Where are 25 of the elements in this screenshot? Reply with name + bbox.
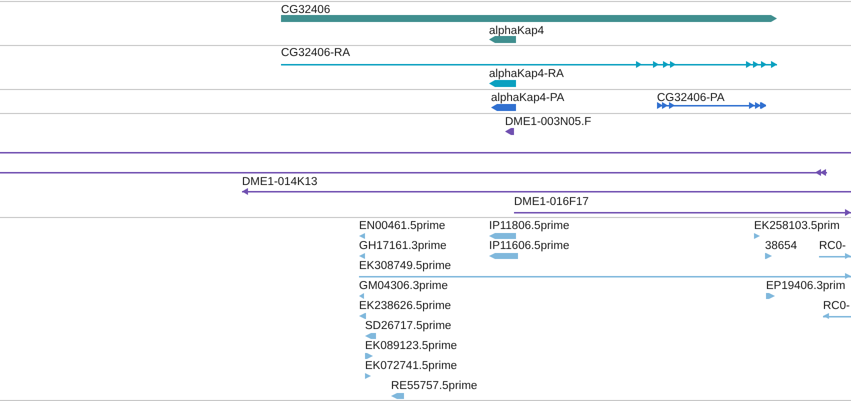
feature-label: GM04306.3prime (359, 279, 448, 293)
feature-label: EK072741.5prime (365, 359, 458, 373)
feature-label: CG32406-RA (281, 46, 350, 60)
feature-label: DME1-014K13 (242, 175, 318, 189)
feature-label: CG32406-PA (657, 91, 725, 105)
feature-label: DME1-016F17 (514, 195, 589, 209)
feature-label: EN00461.5prime (359, 219, 446, 233)
feature-label: EK089123.5prime (365, 339, 458, 353)
feature-label: EK308749.5prime (359, 259, 452, 273)
feature-label: 38654 (765, 239, 797, 253)
feature-label: alphaKap4 (489, 24, 544, 38)
feature-label: RC0- (819, 239, 846, 253)
feature-label: RE55757.5prime (391, 379, 478, 393)
feature-label: CG32406 (281, 3, 330, 17)
feature-label: alphaKap4-PA (491, 91, 564, 105)
feature-label: EK258103.5prim (754, 219, 840, 233)
feature-label: GH17161.3prime (359, 239, 447, 253)
feature-label: DME1-003N05.F (505, 115, 592, 129)
feature-label: IP11806.5prime (489, 219, 570, 233)
feature-label: EK238626.5prime (359, 299, 452, 313)
feature-label: EP19406.3prim (766, 279, 846, 293)
feature-label: IP11606.5prime (489, 239, 570, 253)
feature-label: RC0- (823, 299, 850, 313)
feature-label: SD26717.5prime (365, 319, 452, 333)
feature-label: alphaKap4-RA (489, 67, 564, 81)
